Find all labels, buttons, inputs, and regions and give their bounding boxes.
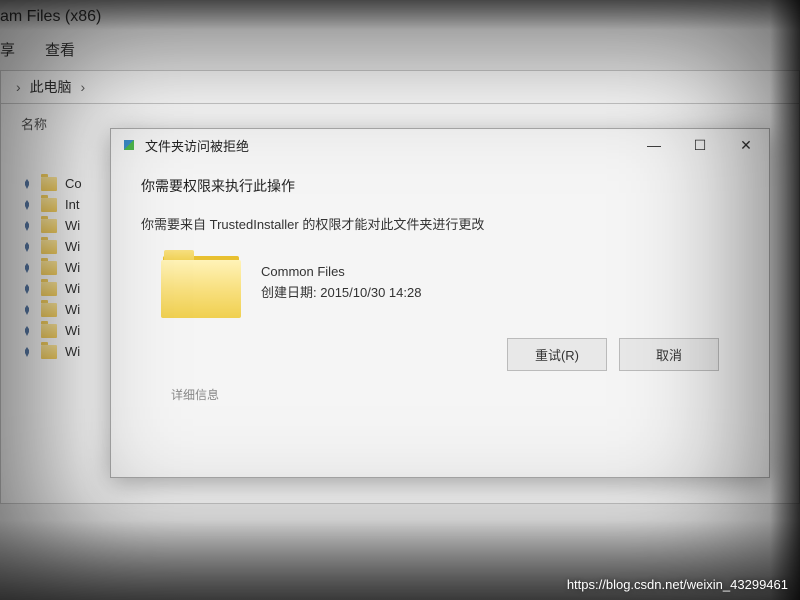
list-item[interactable]: Int	[21, 194, 101, 215]
folder-name: Common Files	[261, 262, 421, 283]
list-item[interactable]: Wi	[21, 257, 101, 278]
file-name: Wi	[65, 323, 80, 338]
folder-icon	[41, 303, 57, 317]
folder-icon	[41, 345, 57, 359]
watermark: https://blog.csdn.net/weixin_43299461	[567, 577, 788, 592]
list-item[interactable]: Wi	[21, 278, 101, 299]
folder-icon	[161, 248, 241, 318]
dialog-message: 你需要来自 TrustedInstaller 的权限才能对此文件夹进行更改	[141, 214, 739, 233]
close-icon: ✕	[740, 137, 752, 154]
file-list: Co Int Wi Wi Wi Wi Wi Wi Wi	[21, 143, 101, 362]
folder-icon	[41, 261, 57, 275]
pin-icon	[21, 241, 33, 253]
more-info-link[interactable]: 详细信息	[141, 386, 739, 403]
list-item[interactable]: Wi	[21, 299, 101, 320]
retry-button[interactable]: 重试(R)	[507, 338, 607, 371]
list-item[interactable]: Wi	[21, 236, 101, 257]
folder-icon	[41, 324, 57, 338]
breadcrumb[interactable]: › 此电脑 ›	[0, 70, 800, 104]
folder-info: Common Files 创建日期: 2015/10/30 14:28	[141, 248, 739, 318]
minimize-button[interactable]: —	[631, 129, 677, 161]
minimize-icon: —	[647, 137, 661, 153]
pin-icon	[21, 283, 33, 295]
pin-icon	[21, 262, 33, 274]
chevron-right-icon: ›	[16, 79, 21, 95]
dialog-titlebar[interactable]: 文件夹访问被拒绝 — ☐ ✕	[111, 129, 769, 161]
column-header-name[interactable]: 名称	[21, 114, 101, 133]
tab-view[interactable]: 查看	[45, 39, 75, 60]
dialog-body: 你需要权限来执行此操作 你需要来自 TrustedInstaller 的权限才能…	[111, 161, 769, 413]
file-name: Wi	[65, 281, 80, 296]
close-button[interactable]: ✕	[723, 129, 769, 161]
dialog-buttons: 重试(R) 取消	[141, 338, 739, 371]
folder-icon	[41, 198, 57, 212]
file-name: Wi	[65, 218, 80, 233]
file-name: Co	[65, 176, 82, 191]
ribbon-tabs: 享 查看	[0, 34, 800, 70]
folder-icon	[41, 240, 57, 254]
dialog-title: 文件夹访问被拒绝	[145, 136, 631, 155]
folder-icon	[41, 282, 57, 296]
pin-icon	[21, 220, 33, 232]
dialog-app-icon	[121, 137, 137, 153]
list-item[interactable]: Wi	[21, 320, 101, 341]
folder-date: 创建日期: 2015/10/30 14:28	[261, 283, 421, 304]
pin-icon	[21, 178, 33, 190]
list-item[interactable]: Wi	[21, 215, 101, 236]
pin-icon	[21, 325, 33, 337]
file-name: Int	[65, 197, 79, 212]
window-controls: — ☐ ✕	[631, 129, 769, 161]
maximize-button[interactable]: ☐	[677, 129, 723, 161]
folder-icon	[41, 219, 57, 233]
dialog-heading: 你需要权限来执行此操作	[141, 176, 739, 196]
list-item[interactable]: Wi	[21, 341, 101, 362]
tab-share[interactable]: 享	[0, 39, 15, 60]
explorer-titlebar: am Files (x86)	[0, 0, 800, 34]
maximize-icon: ☐	[694, 137, 707, 154]
chevron-right-icon: ›	[80, 79, 85, 95]
file-name: Wi	[65, 344, 80, 359]
list-item[interactable]: Co	[21, 173, 101, 194]
folder-icon	[41, 177, 57, 191]
window-title: am Files (x86)	[0, 8, 101, 25]
breadcrumb-item[interactable]: 此电脑	[30, 79, 72, 95]
access-denied-dialog: 文件夹访问被拒绝 — ☐ ✕ 你需要权限来执行此操作 你需要来自 Trusted…	[110, 128, 770, 478]
pin-icon	[21, 304, 33, 316]
cancel-button[interactable]: 取消	[619, 338, 719, 371]
file-name: Wi	[65, 260, 80, 275]
pin-icon	[21, 199, 33, 211]
file-name: Wi	[65, 239, 80, 254]
pin-icon	[21, 346, 33, 358]
file-name: Wi	[65, 302, 80, 317]
